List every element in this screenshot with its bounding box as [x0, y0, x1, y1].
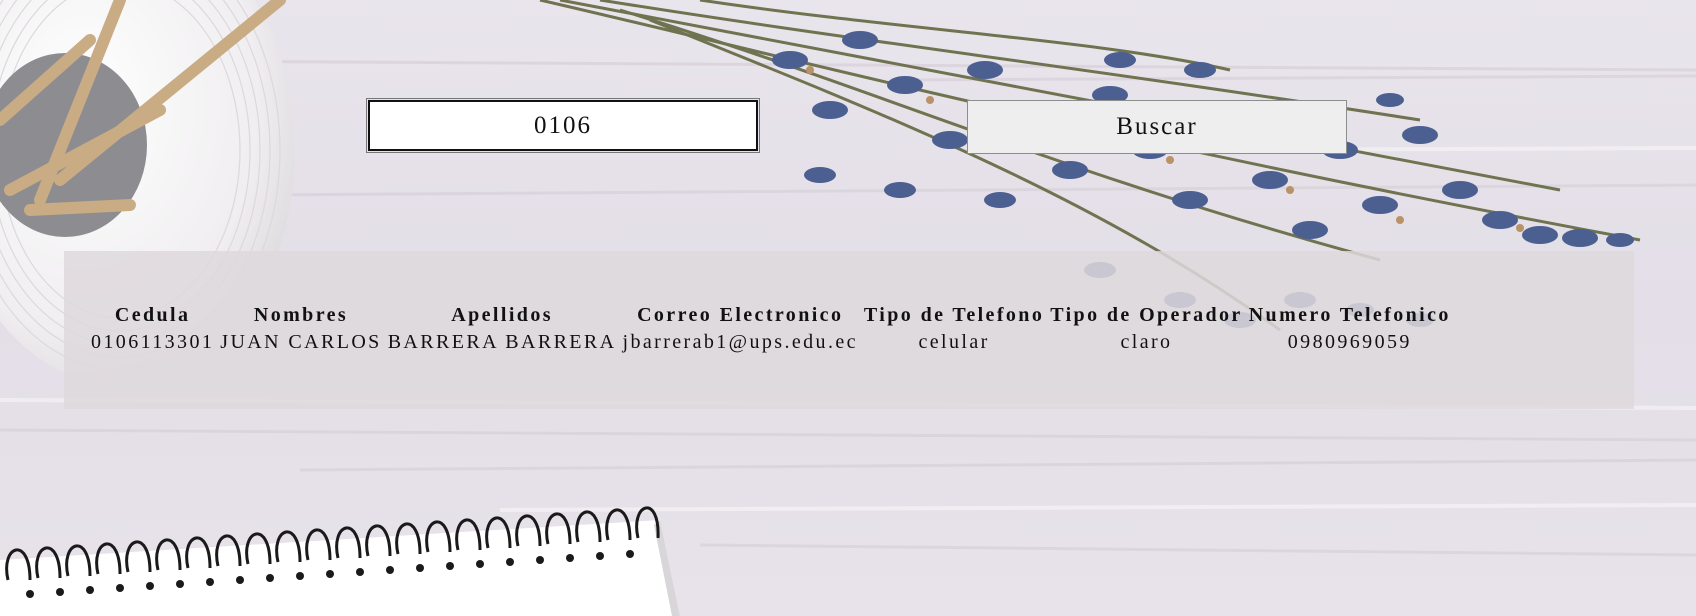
results-table: Cedula Nombres Apellidos Correo Electron…: [88, 303, 1454, 357]
search-input[interactable]: [366, 98, 760, 153]
cell-nombres: JUAN CARLOS: [220, 331, 382, 353]
cell-correo: jbarrerab1@ups.edu.ec: [622, 331, 858, 353]
search-button[interactable]: Buscar: [967, 100, 1347, 154]
column-header-apellidos: Apellidos: [451, 304, 553, 326]
column-header-correo: Correo Electronico: [637, 304, 844, 326]
cell-cedula: 0106113301: [91, 331, 215, 353]
column-header-numero-telefonico: Numero Telefonico: [1248, 304, 1451, 326]
table-header-row: Cedula Nombres Apellidos Correo Electron…: [88, 303, 1454, 328]
cell-numero-telefonico: 0980969059: [1287, 331, 1412, 353]
column-header-tipo-telefono: Tipo de Telefono: [863, 304, 1045, 326]
cell-apellidos: BARRERA BARRERA: [387, 331, 617, 353]
column-header-tipo-operador: Tipo de Operador: [1050, 304, 1243, 326]
results-panel: Cedula Nombres Apellidos Correo Electron…: [64, 251, 1634, 409]
cell-tipo-telefono: celular: [918, 331, 990, 353]
column-header-nombres: Nombres: [253, 304, 349, 326]
column-header-cedula: Cedula: [114, 304, 191, 326]
cell-tipo-operador: claro: [1120, 331, 1173, 353]
table-row: 0106113301 JUAN CARLOS BARRERA BARRERA j…: [88, 328, 1454, 357]
